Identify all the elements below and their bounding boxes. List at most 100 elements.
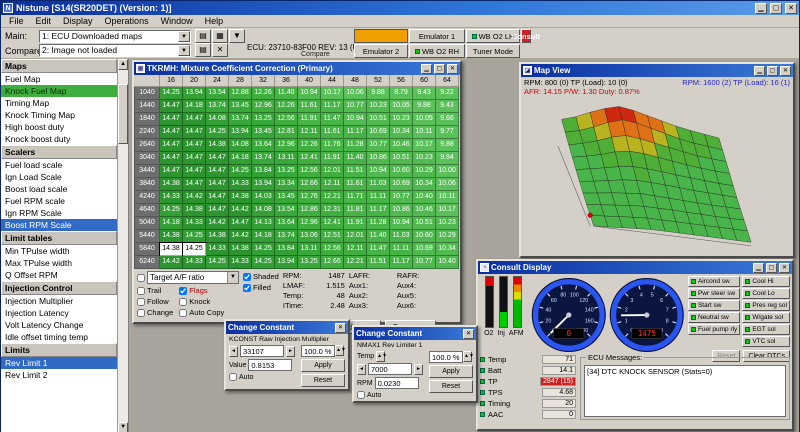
grid-cell[interactable]: 10.06 [436, 178, 459, 191]
grid-cell[interactable]: 10.40 [413, 191, 436, 204]
menu-window[interactable]: Window [155, 15, 199, 28]
grid-cell[interactable]: 11.91 [321, 152, 344, 165]
clear-compare-button[interactable]: ✕ [212, 43, 228, 57]
grid-cell[interactable]: 14.42 [183, 191, 206, 204]
grid-cell[interactable]: 13.64 [275, 217, 298, 230]
grid-cell[interactable]: 12.86 [298, 204, 321, 217]
grid-cell[interactable]: 10.11 [413, 126, 436, 139]
grid-cell[interactable]: 13.45 [275, 191, 298, 204]
maximize-button[interactable]: ▢ [766, 263, 777, 273]
grid-cell[interactable]: 14.47 [183, 113, 206, 126]
grid-cell[interactable]: 13.84 [275, 243, 298, 256]
sidebar-item-boost-rpm-scale[interactable]: Boost RPM Scale [1, 219, 117, 231]
grid-cell[interactable]: 10.60 [390, 165, 413, 178]
dialog1-titlebar[interactable]: Change Constant ✕ [226, 321, 348, 334]
grid-cell[interactable]: 14.33 [183, 256, 206, 269]
close-button[interactable]: ✕ [779, 263, 790, 273]
grid-cell[interactable]: 11.71 [344, 191, 367, 204]
surface-plot[interactable] [521, 96, 789, 248]
grid-cell[interactable]: 9.43 [413, 87, 436, 100]
grid-cell[interactable]: 10.77 [413, 256, 436, 269]
grid-cell[interactable]: 12.11 [344, 243, 367, 256]
grid-cell[interactable]: 14.38 [206, 230, 229, 243]
chevron-down-icon[interactable]: ▼ [227, 272, 238, 283]
grid-cell[interactable]: 10.34 [413, 178, 436, 191]
app-titlebar[interactable]: N Nistune [S14(SR20DET) (Version: 1)] ▁ … [1, 1, 799, 15]
sidebar-item-boost-load-scale[interactable]: Boost load scale [1, 183, 117, 195]
grid-cell[interactable]: 14.33 [206, 243, 229, 256]
grid-cell[interactable]: 10.34 [436, 243, 459, 256]
grid-cell[interactable]: 10.17 [321, 87, 344, 100]
switch-pwr-steer-sw[interactable]: Pwr steer sw [688, 288, 740, 299]
grid-cell[interactable]: 11.17 [321, 100, 344, 113]
grid-cell[interactable]: 12.26 [298, 139, 321, 152]
sidebar-item-knock-fuel-map[interactable]: Knock Fuel Map [1, 85, 117, 97]
ecu-message[interactable]: [34] DTC KNOCK SENSOR (Stats=0) [587, 367, 783, 376]
grid-cell[interactable]: 10.17 [436, 204, 459, 217]
grid-cell[interactable]: 11.17 [390, 256, 413, 269]
grid-cell[interactable]: 14.18 [229, 152, 252, 165]
sidebar-item-idle-offset-timing-temp[interactable]: Idle offset timing temp [1, 331, 117, 343]
grid-cell[interactable]: 9.22 [436, 87, 459, 100]
close-button[interactable]: ✕ [335, 323, 346, 333]
grid-cell[interactable]: 13.94 [183, 87, 206, 100]
grid-cell[interactable]: 8.79 [390, 87, 413, 100]
grid-cell[interactable]: 14.13 [252, 217, 275, 230]
grid-cell[interactable]: 12.96 [298, 217, 321, 230]
chevron-down-icon[interactable]: ▼ [178, 45, 190, 56]
grid-cell[interactable]: 11.51 [344, 165, 367, 178]
grid-cell[interactable]: 10.94 [367, 165, 390, 178]
switch-start-sw[interactable]: Start sw [688, 300, 740, 311]
grid-cell[interactable]: 11.61 [321, 126, 344, 139]
grid-cell[interactable]: 10.23 [390, 113, 413, 126]
change-checkbox[interactable]: Change [137, 307, 173, 318]
grid-cell[interactable]: 14.42 [229, 204, 252, 217]
sidebar-item-timing-map[interactable]: Timing Map [1, 97, 117, 109]
grid-cell[interactable]: 10.94 [298, 87, 321, 100]
grid-cell[interactable]: 14.08 [206, 113, 229, 126]
scroll-down-icon[interactable]: ▼ [118, 422, 128, 432]
grid-cell[interactable]: 9.94 [436, 152, 459, 165]
grid-cell[interactable]: 14.47 [183, 152, 206, 165]
grid-cell[interactable]: 14.42 [229, 230, 252, 243]
grid-cell[interactable]: 11.91 [298, 113, 321, 126]
consult-titlebar[interactable]: ◔ Consult Display ▁ ▢ ✕ [478, 261, 792, 274]
grid-cell[interactable]: 11.81 [344, 204, 367, 217]
grid-cell[interactable]: 14.38 [229, 191, 252, 204]
switch-pres-reg-sol[interactable]: Pres reg sol [742, 300, 790, 311]
grid-cell[interactable]: 10.69 [413, 243, 436, 256]
grid-cell[interactable]: 13.74 [275, 230, 298, 243]
grid-cell[interactable]: 9.88 [367, 87, 390, 100]
grid-cell[interactable]: 11.40 [344, 152, 367, 165]
maximize-button[interactable]: ▢ [767, 66, 778, 76]
grid-cell[interactable]: 10.29 [436, 230, 459, 243]
sidebar-item-ign-rpm-scale[interactable]: Ign RPM Scale [1, 207, 117, 219]
grid-cell[interactable]: 14.38 [229, 243, 252, 256]
grid-cell[interactable]: 11.51 [367, 256, 390, 269]
grid-cell[interactable]: 14.47 [206, 152, 229, 165]
grid-cell[interactable]: 11.47 [321, 113, 344, 126]
shaded-checkbox[interactable]: Shaded [243, 271, 279, 282]
grid-cell[interactable]: 12.41 [298, 152, 321, 165]
grid-cell[interactable]: 10.69 [390, 178, 413, 191]
dialog2-titlebar[interactable]: Change Constant ✕ [354, 327, 476, 340]
switch-egt-sol[interactable]: EGT sol [742, 324, 790, 335]
grid-cell[interactable]: 12.21 [344, 256, 367, 269]
grid-cell[interactable]: 10.11 [436, 191, 459, 204]
grid-cell[interactable]: 12.56 [275, 113, 298, 126]
sidebar-item-fuel-load-scale[interactable]: Fuel load scale [1, 159, 117, 171]
grid-cell[interactable]: 10.00 [436, 165, 459, 178]
grid-cell[interactable]: 14.25 [160, 87, 183, 100]
grid-cell[interactable]: 11.11 [390, 243, 413, 256]
grid-cell[interactable]: 14.47 [206, 178, 229, 191]
grid-cell[interactable]: 10.46 [390, 139, 413, 152]
emulator1-button[interactable]: Emulator 1 [409, 29, 465, 43]
grid-cell[interactable]: 14.42 [206, 217, 229, 230]
grid-cell[interactable]: 10.23 [367, 100, 390, 113]
switch-cool-hi[interactable]: Cool Hi [742, 276, 790, 287]
maximize-button[interactable]: ▢ [770, 3, 782, 14]
map-window-titlebar[interactable]: ▦ TKRMH: Mixture Coefficient Correction … [134, 62, 460, 75]
filled-checkbox[interactable]: Filled [243, 282, 279, 293]
spinner-icon[interactable]: ▲▼ [376, 351, 385, 362]
grid-cell[interactable]: 12.66 [298, 178, 321, 191]
